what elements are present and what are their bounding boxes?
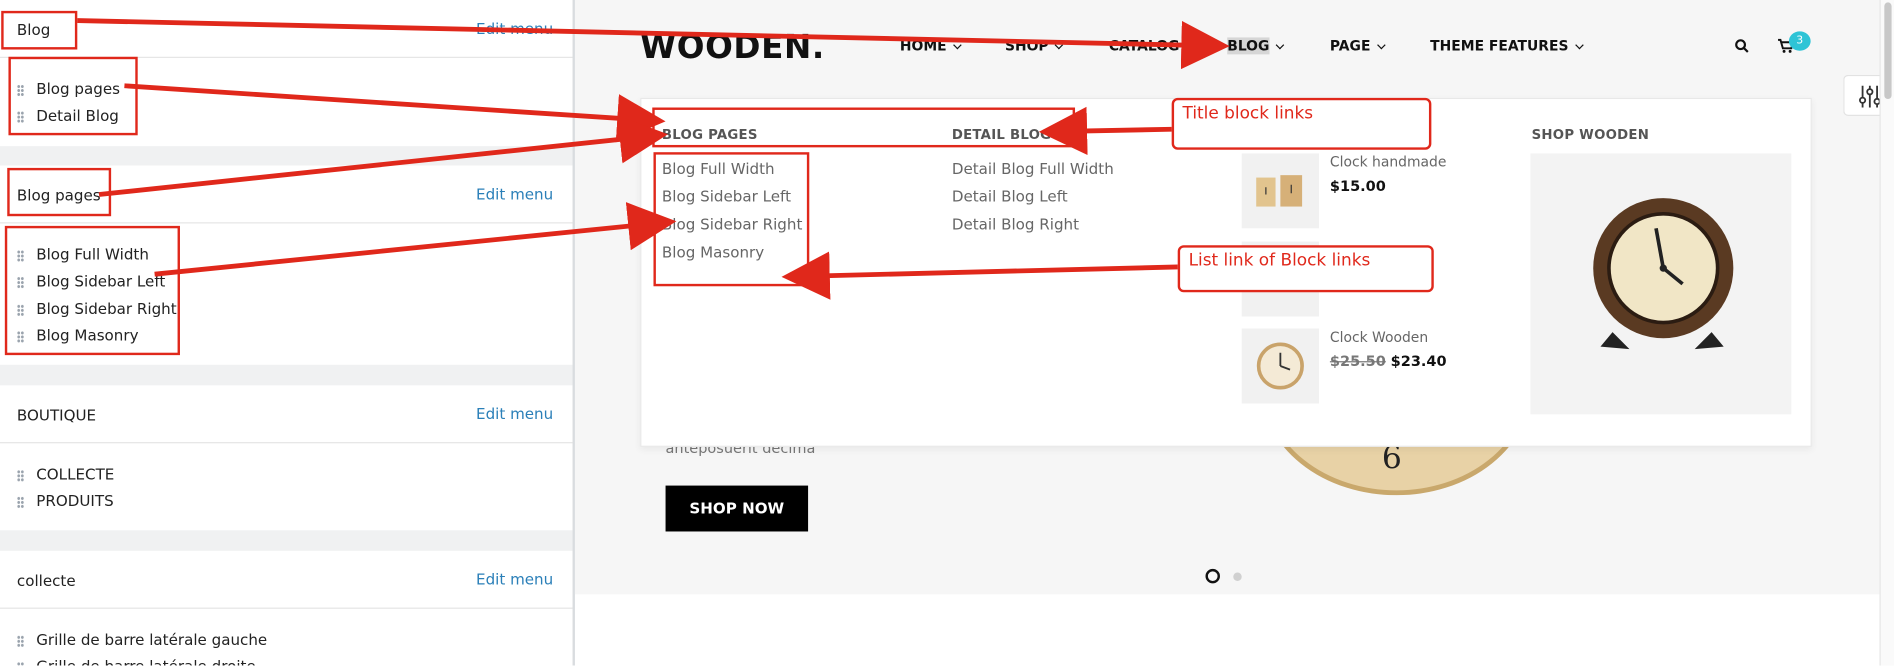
annotation-box [8,56,138,136]
column-title-shop-wooden: SHOP WOODEN [1531,126,1650,143]
menu-item[interactable]: Grille de barre latérale droite [16,657,256,666]
drag-handle-icon[interactable] [16,495,25,508]
product-price: $25.50 $23.40 [1330,353,1447,370]
menu-card-title: BOUTIQUE [16,405,97,424]
menu-item[interactable]: COLLECTE [16,465,115,484]
annotation-callout-list-block: List link of Block links [1177,245,1434,293]
menu-card-header: BOUTIQUE Edit menu [0,385,573,444]
menu-link[interactable]: Detail Blog Full Width [952,159,1114,177]
annotation-box [7,167,112,217]
menu-item-label: Grille de barre latérale gauche [36,630,268,649]
annotation-box [1,10,78,50]
menu-item-label: PRODUITS [36,491,114,510]
annotation-box [4,225,180,356]
scrollbar[interactable] [1879,0,1894,666]
product-thumbnail[interactable] [1241,153,1320,229]
scrollbar-thumb[interactable] [1884,2,1892,100]
menu-card-boutique: BOUTIQUE Edit menu COLLECTE PRODUITS [0,385,573,531]
nav-label: PAGE [1329,37,1371,55]
menu-item[interactable]: PRODUITS [16,491,114,510]
nav-label: THEME FEATURES [1430,37,1569,55]
sliders-icon [1859,85,1881,108]
annotation-box [653,152,810,287]
product-thumbnail[interactable] [1241,328,1320,404]
annotation-callout-title-block: Title block links [1171,97,1432,150]
menu-card-title: collecte [16,571,76,590]
cart-count-badge: 3 [1788,31,1811,51]
menu-item-label: Grille de barre latérale droite [36,657,256,665]
nav-label: BLOG [1227,37,1270,55]
nav-shop[interactable]: SHOP [1004,37,1064,55]
edit-menu-link[interactable]: Edit menu [476,570,553,588]
wooden-blocks-image [1256,175,1303,207]
menu-item-label: COLLECTE [36,465,115,484]
menu-link[interactable]: Detail Blog Right [952,215,1079,233]
drag-handle-icon[interactable] [16,469,25,482]
slider-dot[interactable] [1233,572,1242,581]
menu-card-header: collecte Edit menu [0,551,573,609]
nav-label: CATALOG [1108,37,1180,55]
nav-label: SHOP [1004,37,1049,55]
search-icon[interactable] [1735,39,1749,53]
shop-now-button[interactable]: SHOP NOW [665,485,809,532]
menu-link[interactable]: Detail Blog Left [952,187,1068,205]
nav-blog[interactable]: BLOG [1227,37,1285,55]
table-clock-image [1593,198,1734,350]
nav-home[interactable]: HOME [899,37,962,55]
menu-card-header: Blog Edit menu [0,0,573,58]
drag-handle-icon[interactable] [16,661,25,666]
menu-card-collecte: collecte Edit menu Grille de barre latér… [0,550,573,666]
annotation-box [652,107,1076,148]
slider-dot-active[interactable] [1205,568,1220,584]
edit-menu-link[interactable]: Edit menu [476,405,553,423]
menu-item[interactable]: Grille de barre latérale gauche [16,630,268,649]
nav-label: HOME [899,37,947,55]
product-old-price: $25.50 [1329,352,1386,370]
product-sale-price: $23.40 [1390,352,1447,370]
product-name[interactable]: Clock handmade [1330,153,1447,170]
product-price: $15.00 [1329,177,1386,195]
site-logo[interactable]: WOODEN. [640,29,825,66]
edit-menu-link[interactable]: Edit menu [476,185,553,203]
nav-theme-features[interactable]: THEME FEATURES [1430,37,1584,55]
wall-clock-image [1256,342,1304,390]
product-name[interactable]: Clock Wooden [1330,329,1428,346]
drag-handle-icon[interactable] [16,634,25,647]
nav-page[interactable]: PAGE [1329,37,1386,55]
featured-product-image[interactable] [1530,153,1792,415]
edit-menu-link[interactable]: Edit menu [476,19,553,37]
nav-catalog[interactable]: CATALOG [1109,37,1180,54]
